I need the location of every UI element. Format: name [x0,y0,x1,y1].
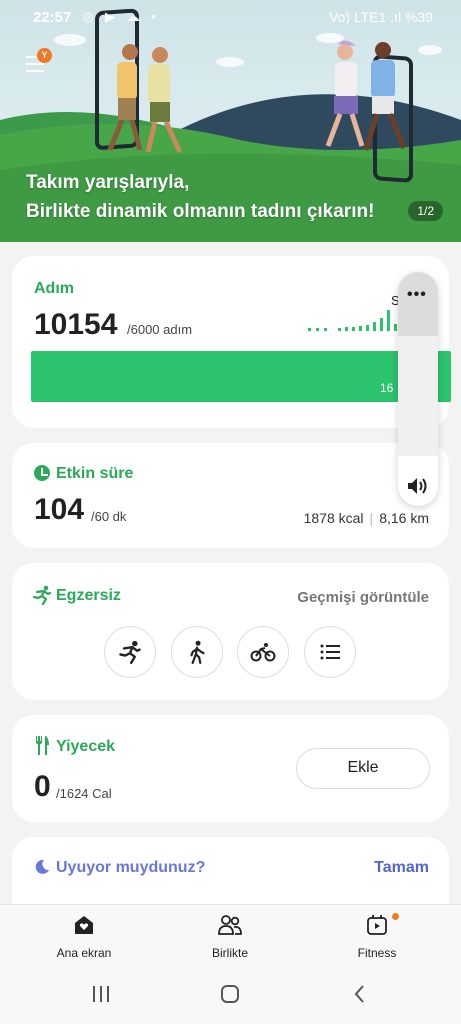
fitness-video-icon [367,915,387,935]
system-navigation-bar [0,966,461,1024]
running-icon [119,640,141,664]
nav-together[interactable]: Birlikte [180,913,280,960]
steps-goal: /6000 adım [127,322,193,337]
profile-badge: Y [37,48,52,63]
nav-home-label: Ana ekran [56,946,112,960]
steps-title: Adım [34,280,74,297]
notification-icons: ◎ ▶ ☁ • [82,9,160,24]
nav-home[interactable]: Ana ekran [34,913,134,960]
active-time-goal: /60 dk [91,509,127,524]
recent-apps-icon[interactable] [91,984,111,1004]
kcal-value: 1878 kcal [303,510,364,526]
steps-bar-label: 16 [380,381,394,395]
banner-title-line1: Takım yarışlarıyla, [26,172,190,193]
banner-title: Takım yarışlarıyla, Birlikte dinamik olm… [26,168,374,226]
steps-card[interactable]: Adım 10154 /6000 adım S 16 [12,256,451,428]
nav-fitness-label: Fitness [357,946,397,960]
steps-value: 10154 [34,308,118,341]
nav-together-label: Birlikte [211,946,248,960]
volume-panel[interactable]: ••• [398,272,438,506]
exercise-title: Egzersiz [56,587,121,604]
exercise-card: Egzersiz Geçmişi görüntüle [12,563,449,700]
screen: 22:57 ◎ ▶ ☁ • Vo) LTE1 .ıl %39 Y Takım y… [0,0,461,1024]
more-options-icon: ••• [407,286,427,303]
home-icon[interactable] [220,984,240,1004]
menu-line [26,63,44,65]
fitness-notification-dot [392,913,399,920]
bottom-navigation: Ana ekran Birlikte Fitness [0,904,461,966]
add-food-button[interactable]: Ekle [296,748,430,789]
clock-icon [34,465,50,481]
sleep-ok-button[interactable]: Tamam [374,859,429,877]
cycling-icon [250,643,276,662]
back-icon[interactable] [350,984,370,1004]
menu-line [26,70,44,72]
sleep-title: Uyuyor muydunuz? [56,859,206,876]
status-bar: 22:57 ◎ ▶ ☁ • Vo) LTE1 .ıl %39 [0,0,461,34]
people-icon [218,915,242,935]
food-title: Yiyecek [56,738,116,755]
food-card[interactable]: Yiyecek 0 /1624 Cal Ekle [12,715,449,822]
distance-value: 8,16 km [379,510,429,526]
status-time: 22:57 [33,9,72,26]
food-goal: /1624 Cal [56,786,112,801]
cutlery-icon [36,736,49,755]
signal-battery-status: Vo) LTE1 .ıl %39 [328,9,433,25]
nav-fitness[interactable]: Fitness [327,913,427,960]
exercise-cycling-button[interactable] [237,626,289,678]
exercise-walking-button[interactable] [171,626,223,678]
exercise-run-icon [32,585,52,605]
active-stats: 1878 kcal | 8,16 km [303,510,429,526]
speaker-icon[interactable] [407,476,429,496]
food-value: 0 [34,770,51,803]
promo-banner[interactable]: 22:57 ◎ ▶ ☁ • Vo) LTE1 .ıl %39 Y Takım y… [0,0,461,242]
banner-page-indicator: 1/2 [408,201,443,221]
volume-slider[interactable] [398,336,438,456]
view-history-link[interactable]: Geçmişi görüntüle [297,589,429,606]
banner-title-line2: Birlikte dinamik olmanın tadını çıkarın! [26,201,375,222]
walking-icon [190,640,205,664]
active-time-title: Etkin süre [56,465,134,482]
moon-icon [35,859,49,874]
home-heart-icon [75,916,93,934]
active-time-card[interactable]: Etkin süre 104 /60 dk 1878 kcal | 8,16 km [12,443,449,548]
exercise-running-button[interactable] [104,626,156,678]
exercise-list-button[interactable] [304,626,356,678]
volume-settings-button[interactable]: ••• [398,272,438,336]
list-icon [320,644,340,660]
active-time-value: 104 [34,493,85,526]
